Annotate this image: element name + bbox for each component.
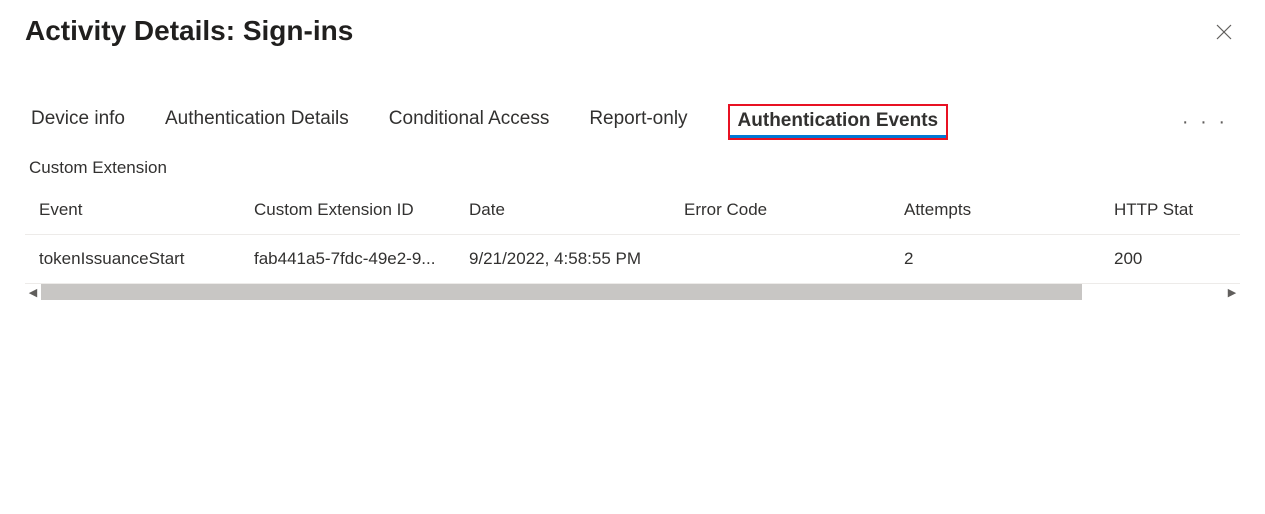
close-button[interactable] — [1208, 17, 1240, 49]
tab-report-only[interactable]: Report-only — [589, 108, 687, 136]
scroll-track[interactable] — [41, 284, 1224, 300]
cell-event: tokenIssuanceStart — [25, 235, 240, 284]
tab-authentication-details[interactable]: Authentication Details — [165, 108, 349, 136]
col-header-event[interactable]: Event — [25, 190, 240, 235]
horizontal-scrollbar[interactable]: ◀ ▶ — [25, 284, 1240, 300]
ellipsis-icon: · · · — [1182, 111, 1228, 133]
page-title: Activity Details: Sign-ins — [25, 15, 353, 47]
more-button[interactable]: · · · — [1176, 107, 1234, 138]
custom-extension-table: Event Custom Extension ID Date Error Cod… — [25, 190, 1240, 284]
tabs-row: Device info Authentication Details Condi… — [25, 104, 1240, 140]
cell-extension-id: fab441a5-7fdc-49e2-9... — [240, 235, 455, 284]
col-header-attempts[interactable]: Attempts — [890, 190, 1100, 235]
col-header-extension-id[interactable]: Custom Extension ID — [240, 190, 455, 235]
section-title: Custom Extension — [29, 158, 1240, 178]
col-header-date[interactable]: Date — [455, 190, 670, 235]
cell-error-code — [670, 235, 890, 284]
table-row[interactable]: tokenIssuanceStart fab441a5-7fdc-49e2-9.… — [25, 235, 1240, 284]
scroll-left-icon[interactable]: ◀ — [25, 284, 41, 300]
activity-details-pane: Activity Details: Sign-ins Device info A… — [0, 0, 1265, 514]
tab-conditional-access[interactable]: Conditional Access — [389, 108, 550, 136]
scroll-thumb[interactable] — [41, 284, 1082, 300]
table-header-row: Event Custom Extension ID Date Error Cod… — [25, 190, 1240, 235]
tab-device-info[interactable]: Device info — [31, 108, 125, 136]
cell-http-stat: 200 — [1100, 235, 1240, 284]
scroll-right-icon[interactable]: ▶ — [1224, 284, 1240, 300]
col-header-error-code[interactable]: Error Code — [670, 190, 890, 235]
header-row: Activity Details: Sign-ins — [25, 15, 1240, 49]
col-header-http-stat[interactable]: HTTP Stat — [1100, 190, 1240, 235]
tabs: Device info Authentication Details Condi… — [31, 104, 948, 140]
cell-date: 9/21/2022, 4:58:55 PM — [455, 235, 670, 284]
tab-authentication-events[interactable]: Authentication Events — [728, 104, 949, 140]
cell-attempts: 2 — [890, 235, 1100, 284]
close-icon — [1216, 24, 1232, 43]
